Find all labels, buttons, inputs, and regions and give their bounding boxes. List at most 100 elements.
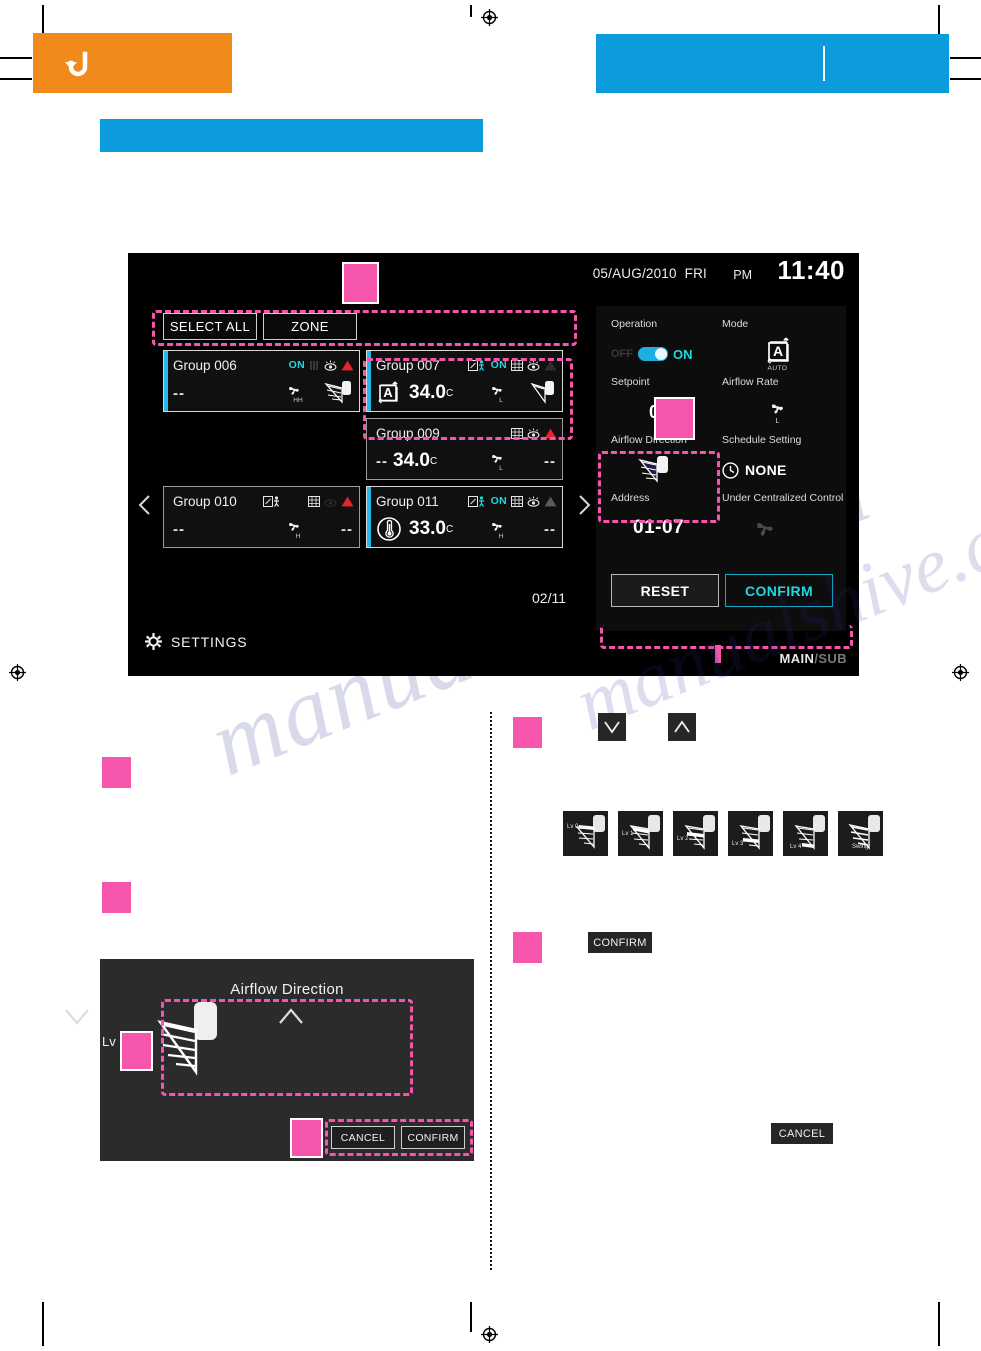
toggle-switch[interactable] — [638, 347, 668, 361]
fan-vane-icon — [319, 380, 353, 406]
zone-button[interactable]: ZONE — [263, 313, 357, 340]
confirm-button[interactable]: CONFIRM — [725, 574, 833, 607]
dialog-stepper: Lv 1 — [60, 1002, 308, 1092]
registration-mark — [9, 664, 26, 681]
gear-icon — [145, 633, 162, 650]
mode-label: Mode — [722, 318, 749, 330]
confirm-chip[interactable]: CONFIRM — [588, 932, 652, 953]
fan-icon: L — [488, 382, 514, 404]
group-card-006[interactable]: Group 006 ON -- HH — [163, 350, 360, 412]
group-card-010[interactable]: Group 010 -- H -- — [163, 486, 360, 548]
group-card-007[interactable]: Group 007 ON A 34.0C L — [366, 350, 563, 412]
airflow-level-strip: Lv 0 Lv 1 Lv 2 Lv 3 Lv 4 Swing — [563, 811, 883, 856]
settings-button[interactable]: SETTINGS — [145, 633, 247, 650]
vane-icon — [635, 454, 673, 486]
airflow-rate-caption: L — [775, 416, 780, 425]
airflow-level-1[interactable]: Lv 1 — [618, 811, 663, 856]
centralized-value — [722, 506, 833, 550]
group-card-header: Group 007 ON — [376, 357, 557, 373]
airflow-level-swing[interactable]: Swing — [838, 811, 883, 856]
statusbar-time: 11:40 — [777, 255, 845, 285]
step-marker-7 — [120, 1031, 153, 1071]
eye-dim-icon — [324, 496, 337, 507]
group-row: Group 010 -- H -- Group 011 ON 33.0C H -… — [163, 486, 563, 548]
column-divider — [490, 712, 492, 1270]
fan-speed-label: L — [499, 465, 503, 472]
group-card-body: -- HH — [173, 377, 353, 409]
propeller-icon — [752, 517, 778, 539]
fan-icon: L — [488, 450, 514, 472]
group-status-icons: ON — [467, 495, 557, 507]
mode-caption: AUTO — [767, 364, 788, 372]
crop-mark — [42, 1302, 44, 1346]
alert-icon — [341, 496, 354, 507]
setpoint-label: Setpoint — [611, 376, 650, 388]
detail-row: Airflow Direction Schedule Setting NONE — [611, 434, 833, 492]
registration-mark — [481, 1326, 498, 1343]
group-temp: -- — [173, 520, 185, 538]
crop-mark — [470, 5, 472, 17]
schedule-cell[interactable]: Schedule Setting NONE — [722, 434, 833, 492]
airflow-level-3[interactable]: Lv 3 — [728, 811, 773, 856]
dialog-confirm-button[interactable]: CONFIRM — [401, 1126, 465, 1149]
registration-mark — [952, 664, 969, 681]
address-value-wrap: 01-07 — [611, 506, 722, 550]
mode-value: A AUTO — [722, 332, 833, 376]
chevron-left-icon[interactable] — [137, 493, 153, 517]
group-status-icons — [511, 427, 557, 439]
filter-icon — [511, 359, 523, 371]
dialog-cancel-button[interactable]: CANCEL — [331, 1126, 395, 1149]
mode-cell[interactable]: Mode A AUTO — [722, 318, 833, 376]
group-mode-placeholder: -- — [376, 452, 388, 470]
chevron-down-icon[interactable] — [60, 1004, 94, 1030]
crop-mark — [0, 57, 32, 59]
airflow-level-2[interactable]: Lv 2 — [673, 811, 718, 856]
auto-mode-icon: A — [376, 380, 404, 406]
back-button[interactable] — [33, 33, 232, 93]
group-card-body: A 34.0C L — [376, 377, 556, 409]
fan-speed-label: H — [295, 533, 301, 540]
group-card-009[interactable]: Group 009 -- 34.0C L -- — [366, 418, 563, 480]
page-indicator: 02/11 — [532, 590, 566, 606]
chevron-right-icon[interactable] — [576, 493, 592, 517]
group-temp: 33.0C — [409, 518, 454, 539]
svg-text:A: A — [772, 343, 782, 359]
address-label: Address — [611, 492, 650, 504]
centralized-label: Under Centralized Control — [722, 492, 844, 504]
cancel-chip-label: CANCEL — [778, 1127, 826, 1140]
alert-dim-icon — [544, 360, 557, 371]
device-screen: 05/AUG/2010 FRI PM 11:40 SELECT ALL ZONE — [128, 253, 859, 676]
select-all-button[interactable]: SELECT ALL — [163, 313, 257, 340]
chevron-up-icon[interactable] — [274, 1004, 308, 1030]
airflow-level-4[interactable]: Lv 4 — [783, 811, 828, 856]
confirm-chip-label: CONFIRM — [593, 936, 647, 949]
thermo-mode-icon — [376, 516, 404, 542]
stepper-down-chip[interactable] — [598, 713, 626, 741]
person-sensor-icon — [467, 495, 487, 507]
airflow-level-0[interactable]: Lv 0 — [563, 811, 608, 856]
group-temp: 34.0C — [393, 450, 438, 471]
power-toggle[interactable]: OFF ON — [611, 347, 693, 362]
fan-speed-label: L — [499, 397, 503, 404]
address-value: 01-07 — [633, 517, 685, 538]
reset-button[interactable]: RESET — [611, 574, 719, 607]
dialog-actions: CANCEL CONFIRM — [331, 1126, 465, 1149]
group-card-011[interactable]: Group 011 ON 33.0C H -- — [366, 486, 563, 548]
fan-vane-icon — [522, 380, 556, 406]
toggle-off-label: OFF — [611, 348, 633, 360]
fan-icon: H — [488, 518, 514, 540]
schedule-status: NONE — [745, 462, 787, 478]
page-root: manualshive.com 05/AUG/2010 FRI PM 11:40 — [0, 0, 981, 1351]
airflow-direction-cell[interactable]: Airflow Direction — [611, 434, 722, 492]
chevron-up-icon — [674, 720, 690, 733]
operation-cell[interactable]: Operation OFF ON — [611, 318, 722, 376]
statusbar-ampm: PM — [733, 268, 752, 282]
group-list-toolbar: SELECT ALL ZONE — [163, 313, 357, 340]
step-marker-2 — [654, 397, 695, 440]
person-sensor-icon — [467, 359, 487, 371]
callout-pointer — [715, 645, 721, 663]
cancel-chip[interactable]: CANCEL — [771, 1123, 833, 1144]
detail-pane: Operation OFF ON Mode A AUTO Setpoint Ai… — [596, 306, 846, 631]
airflow-rate-cell[interactable]: Airflow Rate L — [722, 376, 833, 434]
stepper-up-chip[interactable] — [668, 713, 696, 741]
